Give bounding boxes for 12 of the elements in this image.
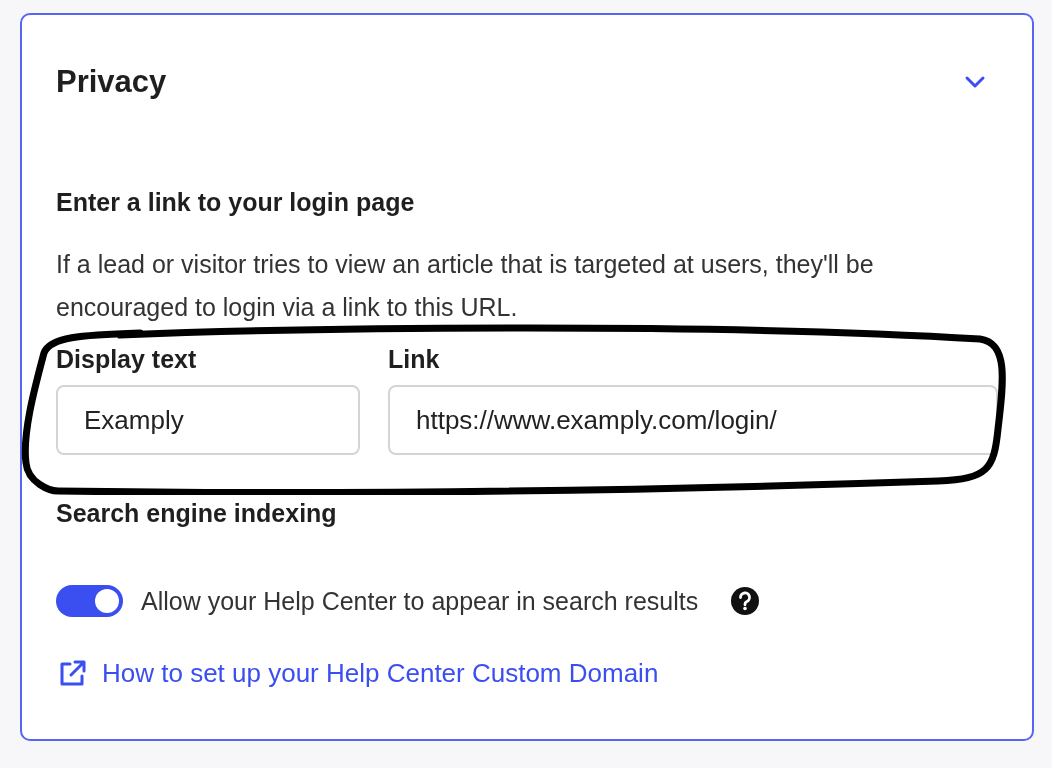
field-label: Display text bbox=[56, 344, 197, 375]
input-field[interactable]: Examply bbox=[56, 385, 360, 455]
description-text: If a lead or visitor tries to view an article that is targeted at users, they'll be encouraged to login via a link to this URL. bbox=[56, 249, 875, 323]
toggle-switch[interactable] bbox=[56, 585, 123, 618]
toggle-label: Allow your Help Center to appear in search results bbox=[141, 585, 699, 617]
input-field[interactable]: https://www.examply.com/login/ bbox=[388, 385, 998, 455]
section-heading: Search engine indexing bbox=[56, 498, 338, 529]
section-heading: Enter a link to your login page bbox=[56, 186, 416, 218]
help-link[interactable]: How to set up your Help Center Custom Domain bbox=[56, 654, 659, 693]
help-icon[interactable] bbox=[730, 586, 761, 617]
field-label: Link bbox=[388, 344, 440, 375]
panel-title: Privacy bbox=[56, 63, 167, 101]
